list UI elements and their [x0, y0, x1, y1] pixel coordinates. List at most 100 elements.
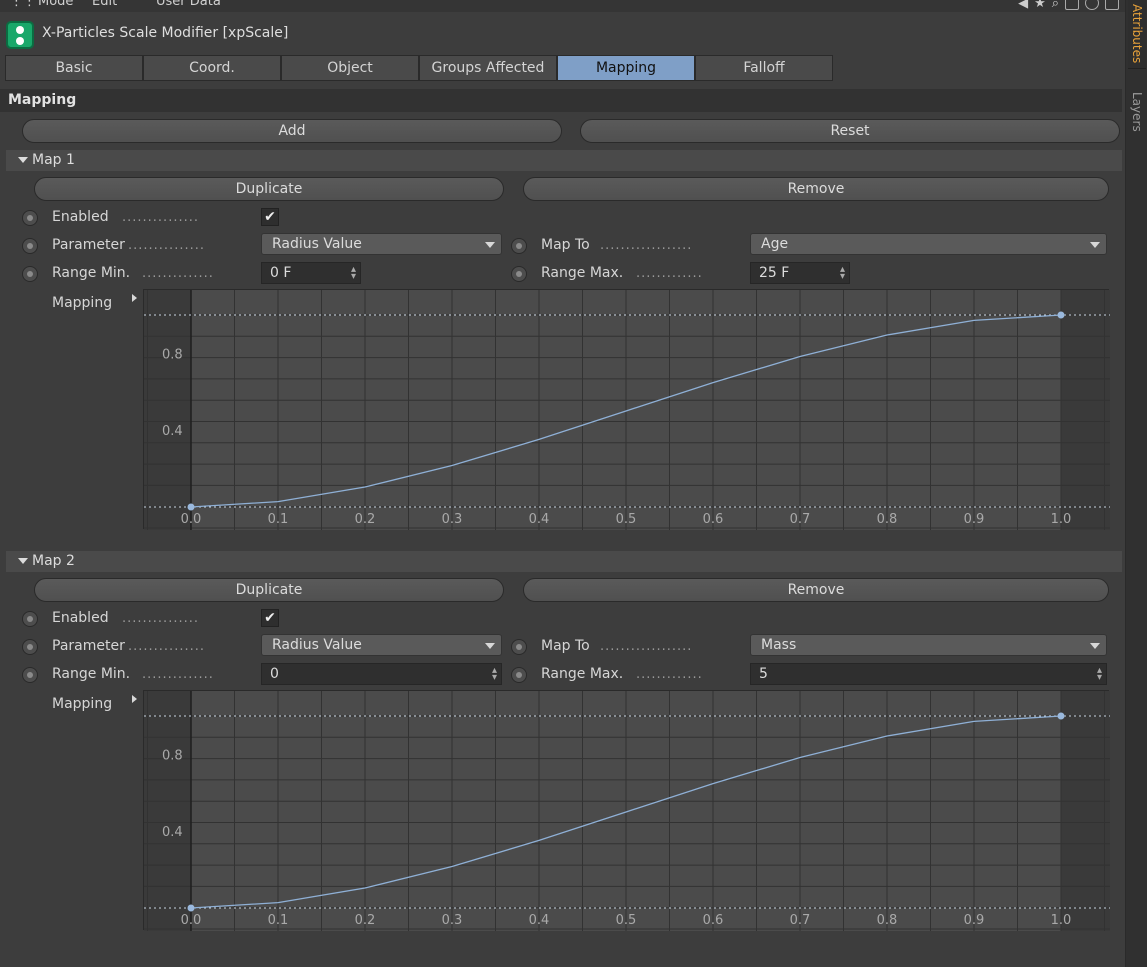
x-tick-label: 0.6 [703, 913, 724, 928]
x-tick-label: 0.3 [442, 512, 463, 527]
map-2-map-to-keyframe-icon[interactable] [511, 639, 527, 655]
collapse-triangle-icon [18, 558, 28, 564]
map-2-range-max-value: 5 [759, 666, 768, 682]
expand-triangle-icon[interactable] [132, 294, 137, 302]
map-2-mapping-label: Mapping [52, 696, 113, 712]
x-tick-label: 1.0 [1051, 913, 1072, 928]
map-2-remove-button[interactable]: Remove [523, 578, 1109, 602]
menu-item-user-data[interactable]: User Data [156, 0, 221, 9]
leader-dots: ............. [636, 667, 703, 682]
map-2-range-min-field[interactable]: 0 ▴ ▾ [261, 663, 502, 685]
y-tick-label: 0.8 [162, 347, 183, 362]
map-2-duplicate-button[interactable]: Duplicate [34, 578, 504, 602]
spinner-arrows-icon[interactable]: ▴ ▾ [492, 666, 497, 683]
leader-dots: ............. [636, 266, 703, 281]
map-2-parameter-keyframe-icon[interactable] [22, 639, 38, 655]
tab-object[interactable]: Object [281, 55, 419, 81]
map-1-range-min-keyframe-icon[interactable] [22, 266, 38, 282]
spinner-arrows-icon[interactable]: ▴ ▾ [840, 265, 845, 282]
map-1-header[interactable]: Map 1 [6, 150, 1122, 171]
mapping-graph-svg: 0.8 0.4 0.0 0.1 0.2 0.3 0.4 0.5 0.6 0.7 0.8 0.9 1.0 [144, 290, 1110, 530]
map-1-range-max-field[interactable]: 25 F ▴ ▾ [750, 262, 850, 284]
side-tab-attributes[interactable]: Attributes [1128, 0, 1146, 69]
map-1-mapping-spline-graph[interactable]: 0.8 0.4 0.0 0.1 0.2 0.3 0.4 0.5 0.6 0.7 0.8 0.9 1.0 [143, 289, 1110, 530]
tab-falloff[interactable]: Falloff [695, 55, 833, 81]
menu-grip-icon: ⋮⋮ [10, 0, 36, 9]
map-2-parameter-dropdown[interactable]: Radius Value [261, 634, 502, 656]
x-tick-label: 0.1 [268, 512, 289, 527]
leader-dots: ............... [122, 210, 199, 225]
map-1-enabled-keyframe-icon[interactable] [22, 210, 38, 226]
x-tick-label: 0.8 [877, 512, 898, 527]
arrow-back-icon[interactable]: ◀ [1018, 0, 1028, 11]
map-2-map-to-dropdown[interactable]: Mass [750, 634, 1107, 656]
map-2-range-max-field[interactable]: 5 ▴ ▾ [750, 663, 1107, 685]
x-tick-label: 0.0 [181, 913, 202, 928]
map-2-range-min-label: Range Min. [52, 666, 131, 682]
leader-dots: ............... [128, 238, 205, 253]
map-1-map-to-keyframe-icon[interactable] [511, 238, 527, 254]
menu-item-mode[interactable]: Mode [38, 0, 73, 9]
menu-item-edit[interactable]: Edit [92, 0, 117, 9]
map-2-range-max-label: Range Max. [541, 666, 624, 682]
x-tick-label: 0.7 [790, 512, 811, 527]
map-1-map-to-value: Age [761, 236, 789, 252]
leader-dots: .................. [600, 639, 693, 654]
map-1-duplicate-button[interactable]: Duplicate [34, 177, 504, 201]
star-icon[interactable]: ★ [1034, 0, 1046, 11]
map-1-parameter-keyframe-icon[interactable] [22, 238, 38, 254]
chevron-down-icon [485, 242, 495, 248]
map-2-enabled-keyframe-icon[interactable] [22, 611, 38, 627]
map-1-range-max-keyframe-icon[interactable] [511, 266, 527, 282]
map-2-range-max-keyframe-icon[interactable] [511, 667, 527, 683]
leader-dots: ............... [122, 611, 199, 626]
map-1-range-min-field[interactable]: 0 F ▴ ▾ [261, 262, 361, 284]
map-2-range-min-value: 0 [270, 666, 279, 682]
map-2-range-min-keyframe-icon[interactable] [22, 667, 38, 683]
x-tick-label: 0.1 [268, 913, 289, 928]
map-1-title: Map 1 [32, 152, 75, 168]
y-tick-label: 0.8 [162, 748, 183, 763]
map-2-parameter-label: Parameter [52, 638, 125, 654]
curve-knot-point [187, 904, 195, 912]
tab-basic[interactable]: Basic [5, 55, 143, 81]
map-2-header[interactable]: Map 2 [6, 551, 1122, 572]
search-icon[interactable]: ⌕ [1052, 0, 1059, 11]
tab-coord[interactable]: Coord. [143, 55, 281, 81]
spinner-arrows-icon[interactable]: ▴ ▾ [351, 265, 356, 282]
new-window-icon[interactable] [1105, 0, 1119, 10]
chevron-down-icon [1090, 643, 1100, 649]
leader-dots: .............. [142, 667, 214, 682]
tab-groups-affected[interactable]: Groups Affected [419, 55, 557, 81]
x-tick-label: 0.4 [529, 512, 550, 527]
map-1-enabled-checkbox[interactable]: ✔ [261, 208, 279, 226]
map-2-enabled-checkbox[interactable]: ✔ [261, 609, 279, 627]
add-button[interactable]: Add [22, 119, 562, 143]
x-tick-label: 0.3 [442, 913, 463, 928]
x-tick-label: 0.4 [529, 913, 550, 928]
curve-knot-point [1057, 311, 1065, 319]
x-tick-label: 0.7 [790, 913, 811, 928]
lock-icon[interactable] [1065, 0, 1079, 10]
reset-button[interactable]: Reset [580, 119, 1120, 143]
x-tick-label: 0.2 [355, 913, 376, 928]
map-1-map-to-dropdown[interactable]: Age [750, 233, 1107, 255]
spinner-arrows-icon[interactable]: ▴ ▾ [1097, 666, 1102, 683]
map-1-parameter-value: Radius Value [272, 236, 362, 252]
expand-triangle-icon[interactable] [132, 695, 137, 703]
map-1-mapping-label: Mapping [52, 295, 113, 311]
map-2-mapping-spline-graph[interactable]: 0.8 0.4 0.0 0.1 0.2 0.3 0.4 0.5 0.6 0.7 0.8 0.9 1.0 [143, 690, 1110, 931]
map-1-range-min-label: Range Min. [52, 265, 131, 281]
side-tab-bar: Attributes Layers [1125, 0, 1147, 967]
x-tick-label: 0.0 [181, 512, 202, 527]
mapping-graph-svg: 0.8 0.4 0.0 0.1 0.2 0.3 0.4 0.5 0.6 0.7 0.8 0.9 1.0 [144, 691, 1110, 931]
map-1-range-max-value: 25 F [759, 265, 790, 281]
leader-dots: .............. [142, 266, 214, 281]
x-tick-label: 0.2 [355, 512, 376, 527]
tab-mapping[interactable]: Mapping [557, 55, 695, 81]
side-tab-layers[interactable]: Layers [1128, 86, 1146, 138]
target-icon[interactable] [1085, 0, 1099, 10]
menu-bar: ⋮⋮ Mode Edit User Data ◀ ★ ⌕ [0, 0, 1125, 12]
map-1-parameter-dropdown[interactable]: Radius Value [261, 233, 502, 255]
map-1-remove-button[interactable]: Remove [523, 177, 1109, 201]
